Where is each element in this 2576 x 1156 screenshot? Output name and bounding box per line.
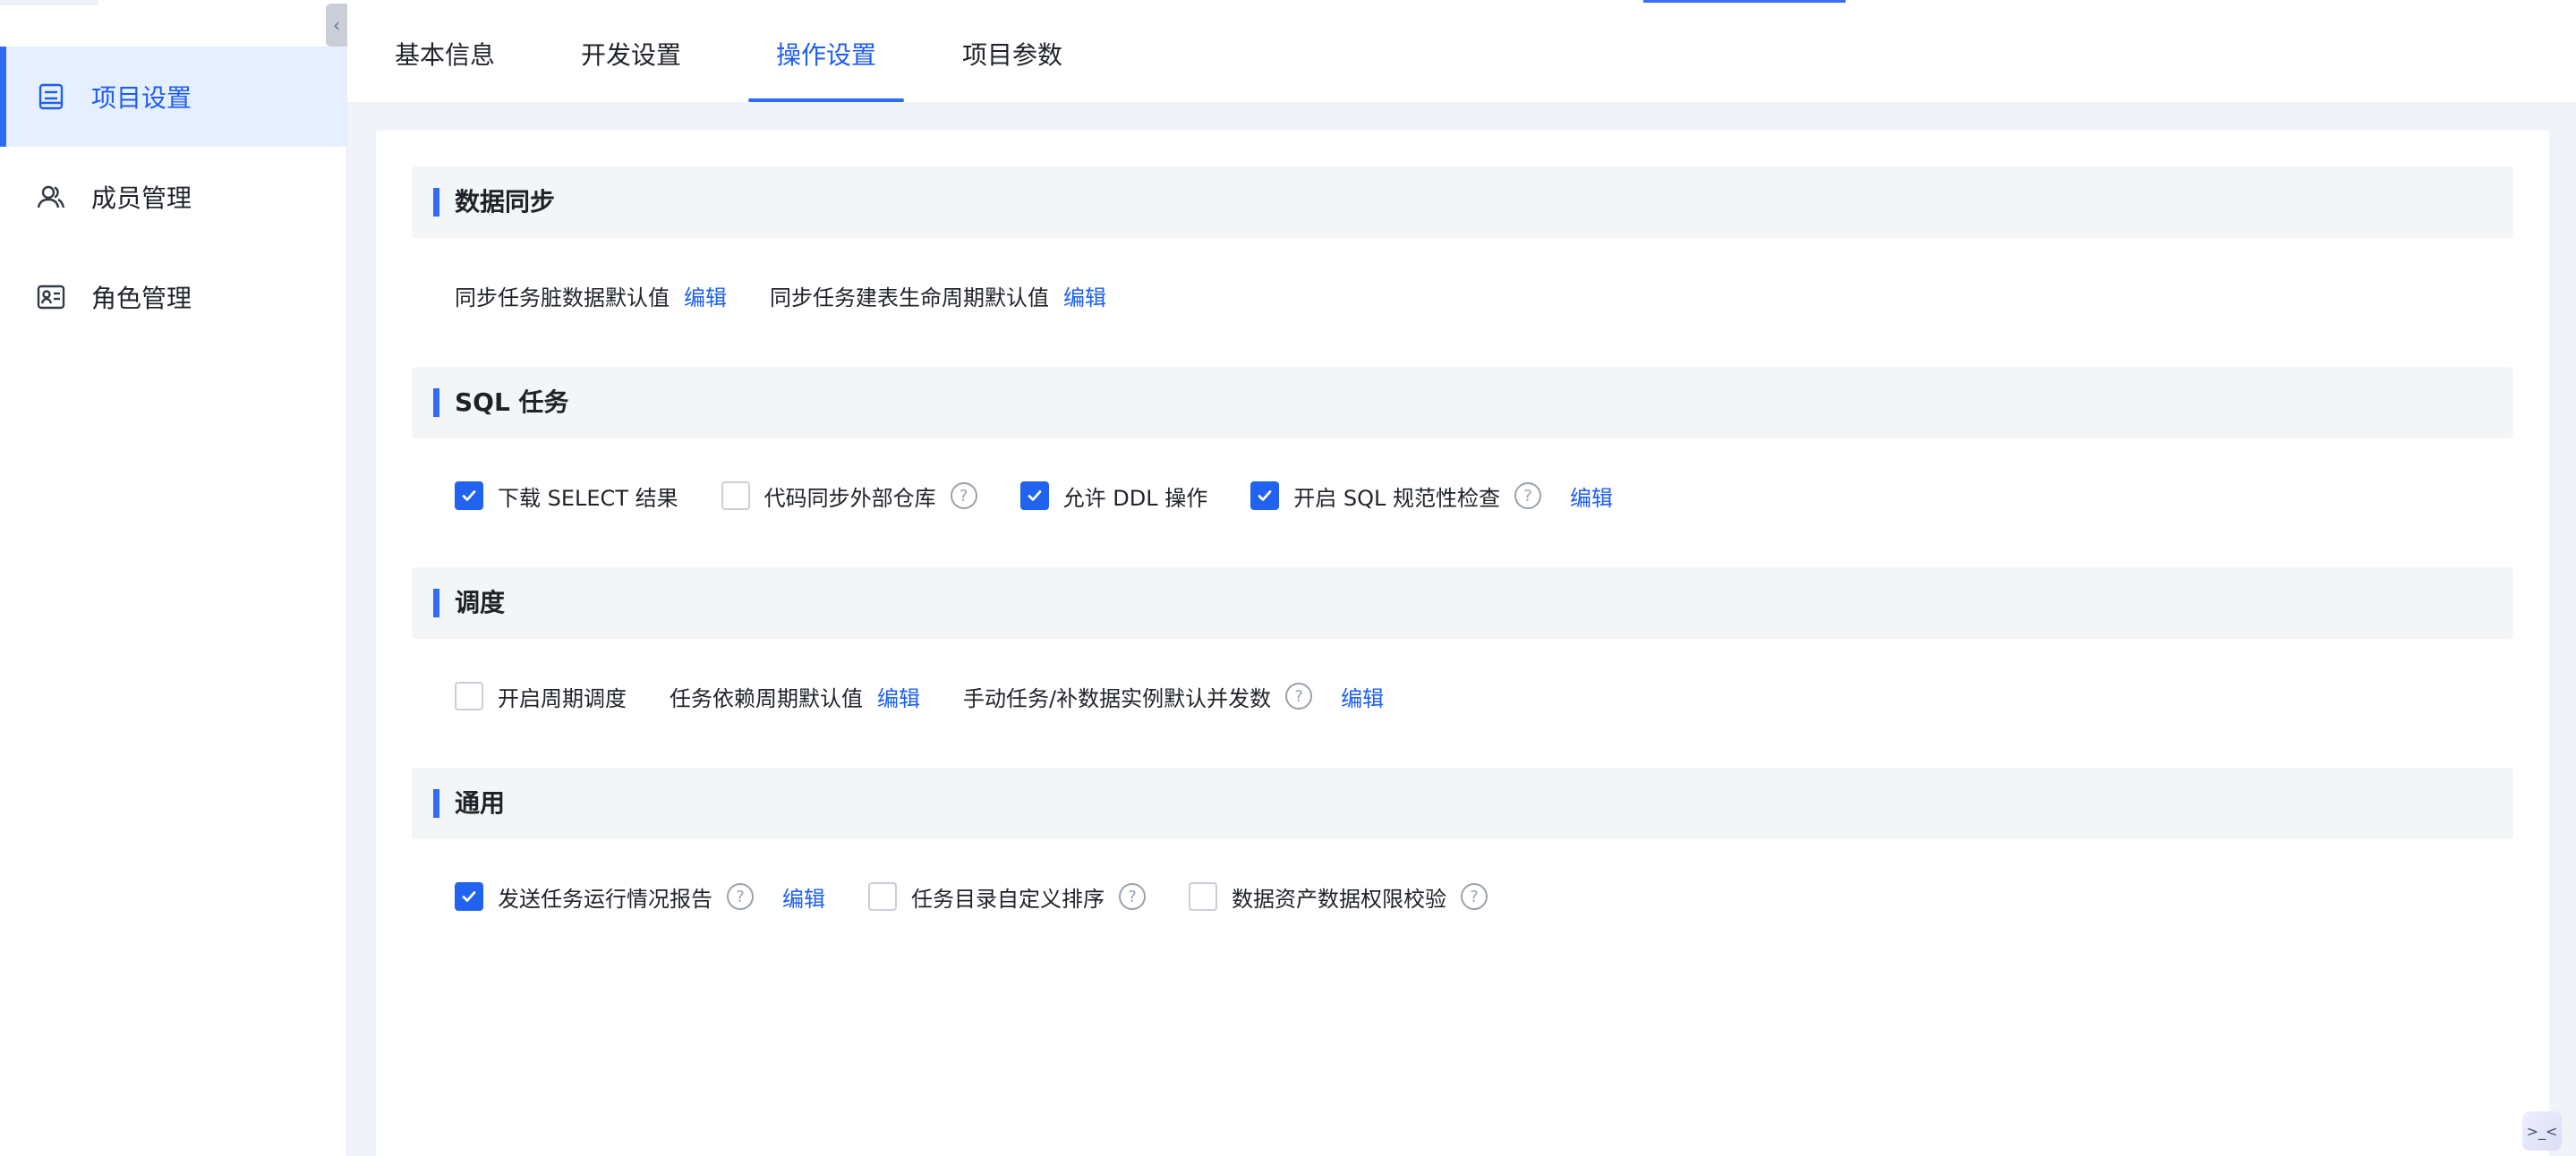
sidebar: 项目设置 成员管理 角色管理 (0, 5, 347, 1156)
section-accent-bar (433, 188, 439, 217)
sidebar-item-members[interactable]: 成员管理 (0, 147, 347, 247)
sidebar-item-label: 成员管理 (91, 183, 192, 213)
custom-sort-label: 任务目录自定义排序 (911, 886, 1105, 912)
lifecycle-default-label: 同步任务建表生命周期默认值 (770, 285, 1049, 310)
assistant-float-button[interactable]: >_< (2522, 1111, 2562, 1151)
help-icon[interactable]: ? (1119, 883, 1146, 910)
tab-label: 操作设置 (775, 40, 876, 70)
section-accent-bar (433, 388, 439, 417)
code-sync-checkbox[interactable] (721, 481, 750, 510)
dirty-data-default-label: 同步任务脏数据默认值 (455, 285, 670, 310)
permission-check-checkbox[interactable] (1189, 882, 1217, 911)
sql-task-row: 下载 SELECT 结果 代码同步外部仓库 ? 允许 DDL 操作 开启 SQL… (455, 478, 1613, 514)
download-select-checkbox[interactable] (455, 481, 483, 510)
allow-ddl-checkbox[interactable] (1019, 481, 1049, 510)
tab-bar: 基本信息 开发设置 操作设置 项目参数 (347, 5, 2576, 102)
help-icon[interactable]: ? (1285, 683, 1313, 710)
section-title: 数据同步 (455, 187, 556, 217)
sql-check-label: 开启 SQL 规范性检查 (1293, 485, 1500, 511)
section-header-data-sync: 数据同步 (412, 166, 2513, 238)
section-header-schedule: 调度 (412, 567, 2513, 639)
help-icon[interactable]: ? (1461, 883, 1488, 910)
tab-dev-settings[interactable]: 开发设置 (562, 5, 700, 102)
permission-check-label: 数据资产数据权限校验 (1232, 886, 1446, 912)
run-report-label: 发送任务运行情况报告 (498, 886, 712, 912)
sidebar-item-label: 项目设置 (91, 83, 192, 113)
dirty-data-edit-link[interactable]: 编辑 (684, 280, 727, 311)
role-card-icon (36, 282, 66, 312)
tab-project-params[interactable]: 项目参数 (943, 5, 1081, 102)
tab-operation-settings[interactable]: 操作设置 (748, 5, 904, 102)
help-icon[interactable]: ? (950, 482, 977, 509)
section-title: 通用 (455, 788, 506, 818)
chevron-left-icon: ‹ (333, 14, 340, 36)
lifecycle-edit-link[interactable]: 编辑 (1063, 280, 1106, 311)
concurrency-default-label: 手动任务/补数据实例默认并发数 (963, 685, 1272, 711)
help-icon[interactable]: ? (1514, 482, 1541, 509)
concurrency-edit-link[interactable]: 编辑 (1341, 681, 1384, 712)
tab-label: 开发设置 (580, 40, 681, 70)
section-header-sql-task: SQL 任务 (412, 367, 2513, 438)
sql-check-edit-link[interactable]: 编辑 (1570, 480, 1613, 512)
sidebar-collapse-button[interactable]: ‹ (326, 4, 347, 47)
section-title: 调度 (455, 588, 506, 617)
sql-check-checkbox[interactable] (1250, 481, 1280, 510)
allow-ddl-label: 允许 DDL 操作 (1062, 485, 1208, 511)
periodic-schedule-checkbox[interactable] (455, 682, 483, 710)
tab-label: 基本信息 (394, 40, 495, 70)
section-accent-bar (433, 589, 439, 617)
top-strip-active-indicator (1643, 0, 1846, 3)
sidebar-item-project-settings[interactable]: 项目设置 (0, 47, 347, 147)
section-accent-bar (433, 789, 439, 818)
download-select-label: 下载 SELECT 结果 (498, 485, 678, 511)
code-sync-label: 代码同步外部仓库 (763, 485, 936, 511)
section-header-general: 通用 (412, 768, 2513, 839)
periodic-schedule-label: 开启周期调度 (498, 685, 627, 711)
tab-label: 项目参数 (961, 40, 1062, 70)
project-settings-icon (36, 81, 66, 112)
run-report-edit-link[interactable]: 编辑 (782, 881, 825, 913)
sidebar-item-roles[interactable]: 角色管理 (0, 247, 347, 347)
section-title: SQL 任务 (455, 387, 569, 417)
tab-basic-info[interactable]: 基本信息 (376, 5, 514, 102)
custom-sort-checkbox[interactable] (868, 882, 897, 911)
general-row: 发送任务运行情况报告 ? 编辑 任务目录自定义排序 ? 数据资产数据权限校验 ? (455, 879, 1488, 914)
dependency-edit-link[interactable]: 编辑 (877, 681, 920, 712)
schedule-row: 开启周期调度 任务依赖周期默认值 编辑 手动任务/补数据实例默认并发数 ? 编辑 (455, 678, 1384, 714)
settings-card: 数据同步 同步任务脏数据默认值 编辑 同步任务建表生命周期默认值 编辑 SQL … (376, 131, 2549, 1156)
dependency-default-label: 任务依赖周期默认值 (670, 685, 863, 711)
terminal-face-icon: >_< (2526, 1122, 2558, 1140)
help-icon[interactable]: ? (727, 883, 754, 910)
data-sync-row: 同步任务脏数据默认值 编辑 同步任务建表生命周期默认值 编辑 (455, 277, 1106, 313)
run-report-checkbox[interactable] (455, 882, 483, 911)
sidebar-item-label: 角色管理 (91, 284, 192, 313)
members-icon (36, 182, 66, 212)
